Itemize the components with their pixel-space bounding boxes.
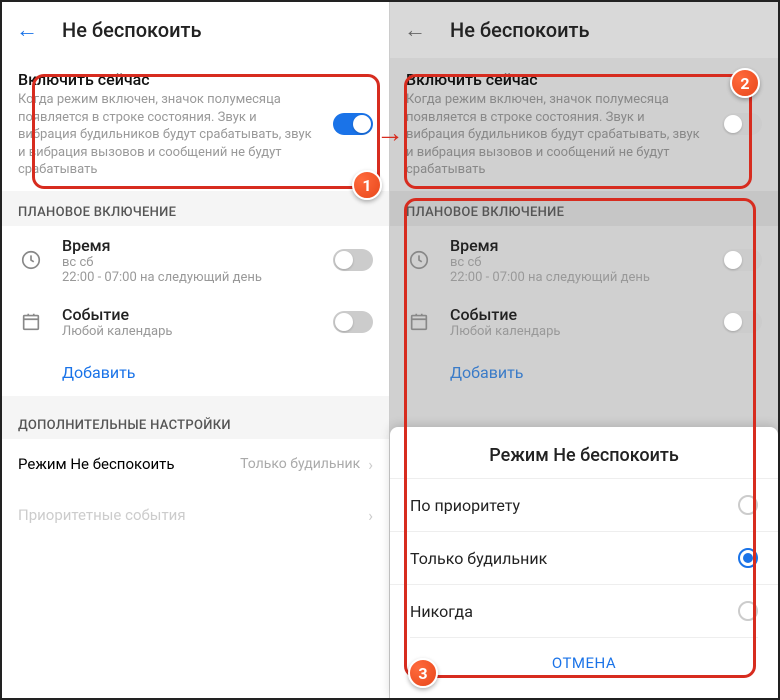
time-toggle[interactable] (333, 249, 373, 271)
clock-icon (406, 247, 432, 273)
chevron-right-icon: › (368, 506, 373, 525)
add-schedule-link[interactable]: Добавить (2, 349, 389, 396)
event-toggle[interactable] (722, 311, 762, 333)
annotation-badge-3: 3 (408, 658, 438, 688)
radio-checked-icon (738, 548, 758, 568)
app-header: ← Не беспокоить (390, 2, 778, 58)
time-range: 22:00 - 07:00 на следующий день (62, 270, 373, 285)
scheduled-section-label: ПЛАНОВОЕ ВКЛЮЧЕНИЕ (390, 191, 778, 226)
option-label: Никогда (410, 602, 473, 621)
enable-now-section: Включить сейчас Когда режим включен, зна… (390, 58, 778, 191)
annotation-badge-2: 2 (730, 68, 760, 98)
dialog-title: Режим Не беспокоить (390, 427, 778, 478)
time-range: 22:00 - 07:00 на следующий день (450, 270, 762, 285)
enable-now-title: Включить сейчас (406, 70, 762, 89)
extra-section-label: ДОПОЛНИТЕЛЬНЫЕ НАСТРОЙКИ (2, 404, 389, 439)
option-label: Только будильник (410, 549, 547, 568)
screenshot-right: ← Не беспокоить Включить сейчас Когда ре… (390, 2, 778, 698)
time-title: Время (450, 236, 762, 255)
cancel-button[interactable]: ОТМЕНА (410, 637, 758, 688)
enable-now-toggle[interactable] (333, 113, 373, 135)
option-alarm-only[interactable]: Только будильник (390, 531, 778, 584)
radio-icon (738, 601, 758, 621)
time-title: Время (62, 236, 373, 255)
divider (2, 396, 389, 404)
add-schedule-link[interactable]: Добавить (390, 349, 778, 396)
event-toggle[interactable] (333, 311, 373, 333)
option-never[interactable]: Никогда (390, 584, 778, 637)
event-sub: Любой календарь (450, 324, 762, 339)
event-title: Событие (450, 305, 762, 324)
option-label: По приоритету (410, 496, 520, 515)
clock-icon (18, 247, 44, 273)
time-schedule-row[interactable]: Время вс сб 22:00 - 07:00 на следующий д… (390, 226, 778, 295)
screenshot-left: ← Не беспокоить Включить сейчас Когда ре… (2, 2, 390, 698)
event-schedule-row[interactable]: Событие Любой календарь (390, 295, 778, 349)
calendar-icon (406, 309, 432, 335)
enable-now-toggle[interactable] (722, 113, 762, 135)
enable-now-title: Включить сейчас (18, 70, 373, 89)
time-days: вс сб (450, 255, 762, 270)
dnd-mode-value: Только будильник (240, 456, 360, 472)
back-arrow-icon[interactable]: ← (16, 17, 38, 43)
event-title: Событие (62, 305, 373, 324)
priority-events-label: Приоритетные события (18, 506, 186, 524)
page-title: Не беспокоить (62, 18, 202, 42)
radio-icon (738, 495, 758, 515)
back-arrow-icon[interactable]: ← (404, 17, 426, 43)
enable-now-description: Когда режим включен, значок полумесяца п… (406, 91, 762, 179)
app-header: ← Не беспокоить (2, 2, 389, 58)
dnd-mode-dialog: Режим Не беспокоить По приоритету Только… (390, 427, 778, 698)
dnd-mode-label: Режим Не беспокоить (18, 455, 175, 473)
annotation-badge-1: 1 (352, 170, 382, 200)
page-title: Не беспокоить (450, 18, 590, 42)
enable-now-section: Включить сейчас Когда режим включен, зна… (2, 58, 389, 191)
time-toggle[interactable] (722, 249, 762, 271)
calendar-icon (18, 309, 44, 335)
scheduled-section-label: ПЛАНОВОЕ ВКЛЮЧЕНИЕ (2, 191, 389, 226)
time-days: вс сб (62, 255, 373, 270)
event-schedule-row[interactable]: Событие Любой календарь (2, 295, 389, 349)
enable-now-description: Когда режим включен, значок полумесяца п… (18, 91, 373, 179)
chevron-right-icon: › (368, 455, 373, 474)
priority-events-row: Приоритетные события › (2, 490, 389, 541)
option-priority[interactable]: По приоритету (390, 478, 778, 531)
event-sub: Любой календарь (62, 324, 373, 339)
time-schedule-row[interactable]: Время вс сб 22:00 - 07:00 на следующий д… (2, 226, 389, 295)
dnd-mode-row[interactable]: Режим Не беспокоить Только будильник › (2, 439, 389, 490)
